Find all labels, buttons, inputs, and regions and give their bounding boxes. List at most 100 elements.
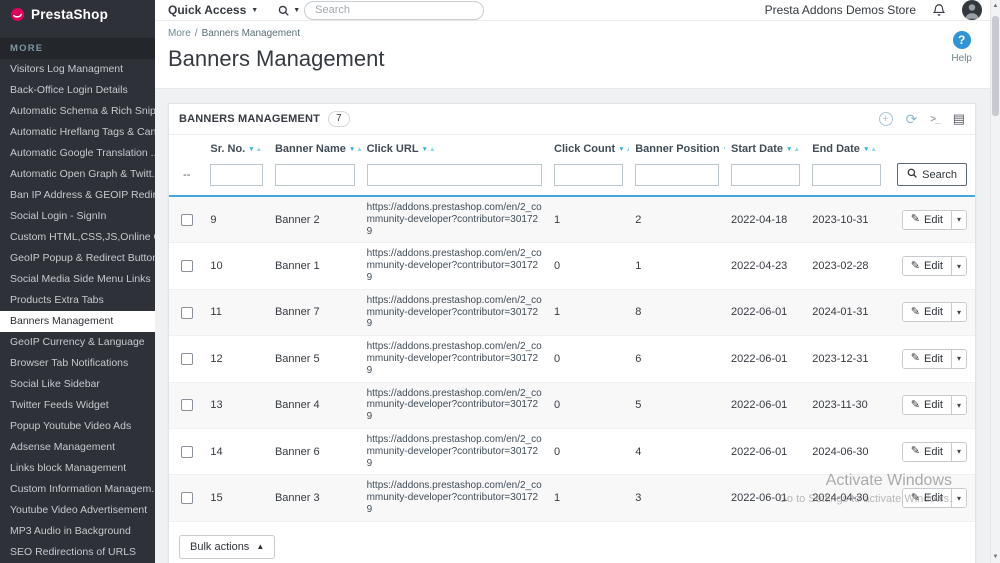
cell-banner-position: 8 [629,289,725,335]
sidebar-item-adsense-management[interactable]: Adsense Management [0,437,155,458]
row-checkbox[interactable] [181,307,193,319]
filter-input-banner-name[interactable] [275,164,355,186]
notifications-bell-icon[interactable] [932,3,946,17]
filter-input-banner-position[interactable] [635,164,719,186]
edit-dropdown-toggle[interactable]: ▾ [951,211,966,229]
edit-button[interactable]: ✎Edit [903,396,951,414]
edit-button[interactable]: ✎Edit [903,443,951,461]
table-row: 11Banner 7https://addons.prestashop.com/… [169,289,975,335]
column-header-banner-name[interactable]: Banner Name▼▲ [269,135,361,159]
edit-split-button: ✎Edit▾ [902,210,967,230]
sort-asc-icon[interactable]: ▲ [626,146,630,153]
filter-input-click-count[interactable] [554,164,623,186]
filter-input-click-url[interactable] [367,164,542,186]
sidebar-item-automatic-google-translation[interactable]: Automatic Google Translation ... [0,143,155,164]
sidebar-item-social-login-signin[interactable]: Social Login - SignIn [0,206,155,227]
row-checkbox[interactable] [181,399,193,411]
column-header-banner-position[interactable]: Banner Position▼▲ [629,135,725,159]
sidebar-item-geoip-popup-redirect-buttons[interactable]: GeoIP Popup & Redirect Buttons [0,248,155,269]
sort-desc-icon[interactable]: ▼ [786,146,792,153]
prestashop-logo[interactable]: PrestaShop [0,0,155,28]
user-avatar[interactable] [962,0,982,20]
refresh-icon[interactable]: ⟳ [906,112,918,126]
sidebar-item-mp3-audio-in-background[interactable]: MP3 Audio in Background [0,521,155,542]
sidebar-item-automatic-open-graph-twitt[interactable]: Automatic Open Graph & Twitt... [0,164,155,185]
sidebar-item-custom-information-managem[interactable]: Custom Information Managem... [0,479,155,500]
edit-button[interactable]: ✎Edit [903,303,951,321]
scrollbar-up-arrow-icon[interactable]: ▲ [991,3,1000,9]
sidebar-item-youtube-video-advertisement[interactable]: Youtube Video Advertisement [0,500,155,521]
chevron-down-icon: ▼ [251,7,258,14]
bulk-actions-button[interactable]: Bulk actions ▲ [179,535,275,559]
filter-input-sr-no[interactable] [210,164,263,186]
breadcrumb-parent[interactable]: More [168,28,191,39]
cell-click-url: https://addons.prestashop.com/en/2_commu… [361,382,548,428]
edit-dropdown-toggle[interactable]: ▾ [951,257,966,275]
sidebar-item-browser-tab-notifications[interactable]: Browser Tab Notifications [0,353,155,374]
row-checkbox[interactable] [181,492,193,504]
edit-button[interactable]: ✎Edit [903,350,951,368]
sidebar-item-geoip-currency-language[interactable]: GeoIP Currency & Language [0,332,155,353]
row-checkbox[interactable] [181,260,193,272]
edit-button[interactable]: ✎Edit [903,257,951,275]
records-count-badge: 7 [328,111,350,127]
filter-input-end-date[interactable] [812,164,881,186]
help-button[interactable]: ? Help [951,31,972,64]
sidebar-item-twitter-feeds-widget[interactable]: Twitter Feeds Widget [0,395,155,416]
sidebar-item-automatic-schema-rich-snip[interactable]: Automatic Schema & Rich Snip... [0,101,155,122]
row-checkbox[interactable] [181,214,193,226]
sidebar-item-popup-youtube-video-ads[interactable]: Popup Youtube Video Ads [0,416,155,437]
quick-access-menu[interactable]: Quick Access ▼ [168,3,258,17]
sidebar-item-banners-management[interactable]: Banners Management [0,311,155,332]
sort-asc-icon[interactable]: ▲ [870,146,876,153]
scrollbar-thumb[interactable] [992,16,999,116]
sort-asc-icon[interactable]: ▲ [429,146,435,153]
edit-dropdown-toggle[interactable]: ▾ [951,350,966,368]
sidebar-item-back-office-login-details[interactable]: Back-Office Login Details [0,80,155,101]
store-name-link[interactable]: Presta Addons Demos Store [765,3,916,17]
column-header-sr-no[interactable]: Sr. No.▼▲ [204,135,269,159]
search-scope-chevron-icon[interactable]: ▼ [293,7,300,14]
sidebar-item-links-block-management[interactable]: Links block Management [0,458,155,479]
sidebar-item-visitors-log-managment[interactable]: Visitors Log Managment [0,59,155,80]
edit-button[interactable]: ✎Edit [903,211,951,229]
add-new-icon[interactable]: + [879,112,893,126]
sort-desc-icon[interactable]: ▼ [248,146,254,153]
column-header-click-count[interactable]: Click Count▼▲ [548,135,629,159]
sidebar-item-automatic-hreflang-tags-can[interactable]: Automatic Hreflang Tags & Can... [0,122,155,143]
vertical-scrollbar[interactable]: ▲ ▼ [990,0,1000,563]
column-header-end-date[interactable]: End Date▼▲ [806,135,887,159]
row-checkbox[interactable] [181,446,193,458]
table-row: 9Banner 2https://addons.prestashop.com/e… [169,196,975,243]
edit-dropdown-toggle[interactable]: ▾ [951,303,966,321]
column-header-start-date[interactable]: Start Date▼▲ [725,135,806,159]
sort-asc-icon[interactable]: ▲ [793,146,799,153]
column-header-click-url[interactable]: Click URL▼▲ [361,135,548,159]
sidebar-item-social-media-side-menu-links[interactable]: Social Media Side Menu Links [0,269,155,290]
sidebar-item-seo-redirections-of-urls[interactable]: SEO Redirections of URLS [0,542,155,563]
show-sql-icon[interactable]: >_ [930,114,939,125]
sort-desc-icon[interactable]: ▼ [618,146,624,153]
sidebar-item-products-extra-tabs[interactable]: Products Extra Tabs [0,290,155,311]
sidebar-item-social-like-sidebar[interactable]: Social Like Sidebar [0,374,155,395]
search-icon[interactable] [278,5,289,16]
sort-desc-icon[interactable]: ▼ [422,146,428,153]
sort-asc-icon[interactable]: ▲ [356,146,360,153]
sidebar-item-ban-ip-address-geoip-redirect[interactable]: Ban IP Address & GEOIP Redirect [0,185,155,206]
sort-desc-icon[interactable]: ▼ [349,146,355,153]
edit-button[interactable]: ✎Edit [903,489,951,507]
edit-dropdown-toggle[interactable]: ▾ [951,443,966,461]
sort-asc-icon[interactable]: ▲ [256,146,262,153]
row-checkbox[interactable] [181,353,193,365]
edit-dropdown-toggle[interactable]: ▾ [951,396,966,414]
scrollbar-down-arrow-icon[interactable]: ▼ [991,554,1000,560]
filter-input-start-date[interactable] [731,164,800,186]
sidebar-item-custom-html-css-js-online-ch[interactable]: Custom HTML,CSS,JS,Online Ch... [0,227,155,248]
edit-dropdown-toggle[interactable]: ▾ [951,489,966,507]
global-search-input[interactable] [304,1,484,20]
cell-end-date: 2023-12-31 [806,336,887,382]
sort-desc-icon[interactable]: ▼ [723,146,725,153]
search-button[interactable]: Search [897,163,967,186]
export-layers-icon[interactable]: ▤ [953,111,965,127]
sort-desc-icon[interactable]: ▼ [863,146,869,153]
